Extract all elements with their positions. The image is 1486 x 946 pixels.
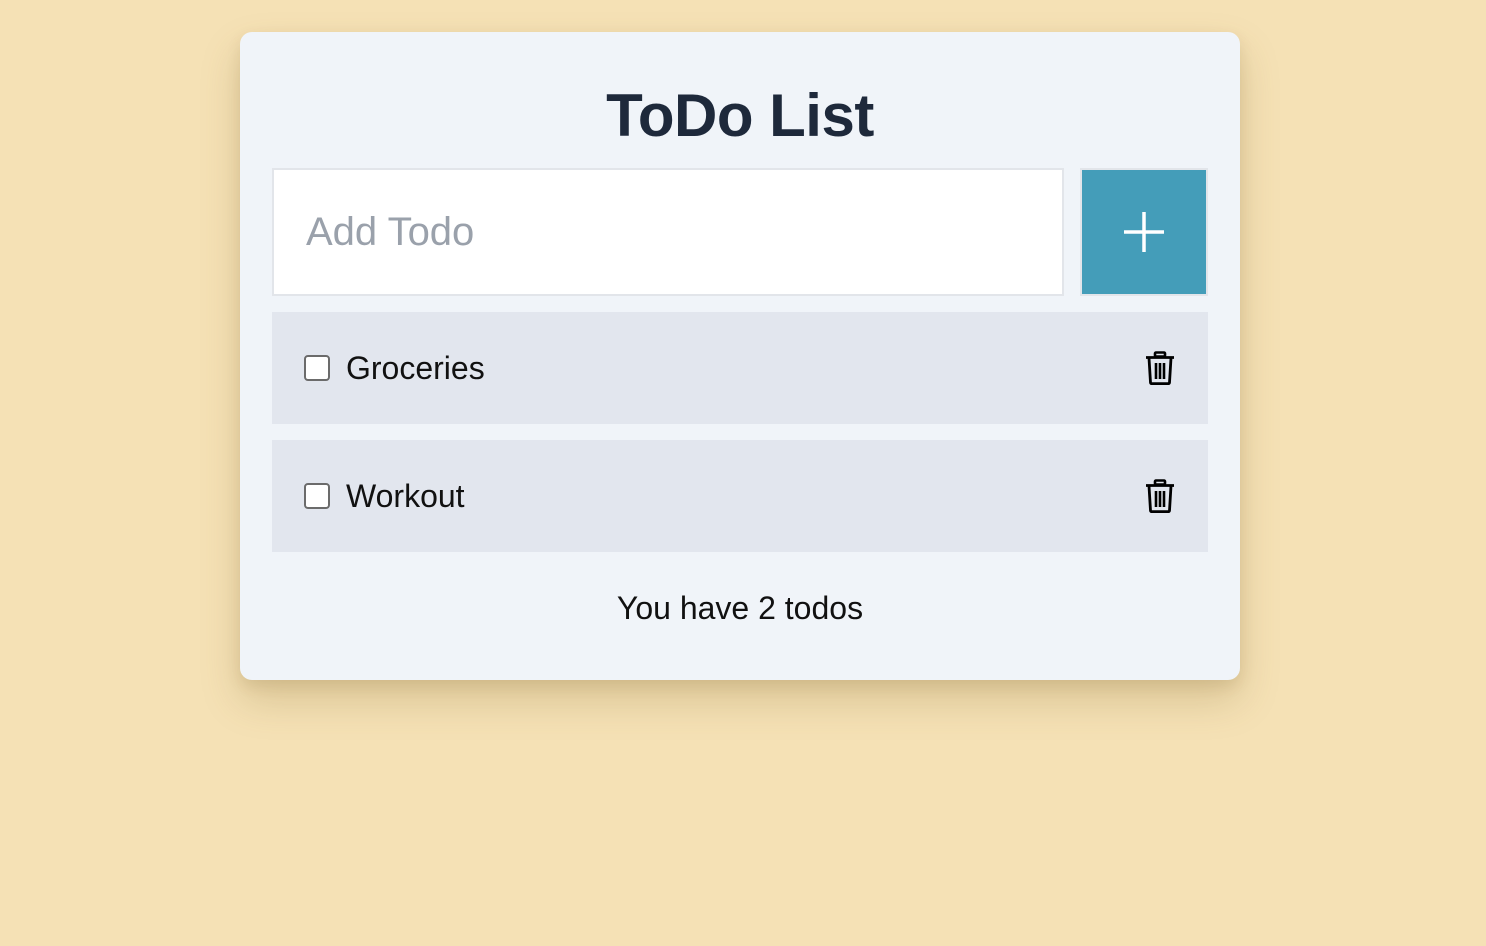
todo-checkbox[interactable]	[304, 355, 330, 381]
page-title: ToDo List	[606, 82, 874, 149]
todo-label: Workout	[346, 478, 465, 514]
todo-card: ToDo List Groceries Workout	[240, 32, 1240, 680]
todo-checkbox[interactable]	[304, 483, 330, 509]
todo-item: Workout	[272, 440, 1208, 552]
plus-icon	[1124, 212, 1164, 252]
add-todo-button[interactable]	[1080, 168, 1208, 296]
trash-icon	[1146, 479, 1174, 513]
trash-icon	[1146, 351, 1174, 385]
todo-count-text: You have 2 todos	[616, 590, 864, 626]
todo-label: Groceries	[346, 350, 485, 386]
delete-todo-button[interactable]	[1140, 348, 1180, 388]
todo-item: Groceries	[272, 312, 1208, 424]
delete-todo-button[interactable]	[1140, 476, 1180, 516]
add-todo-input[interactable]	[272, 168, 1064, 296]
